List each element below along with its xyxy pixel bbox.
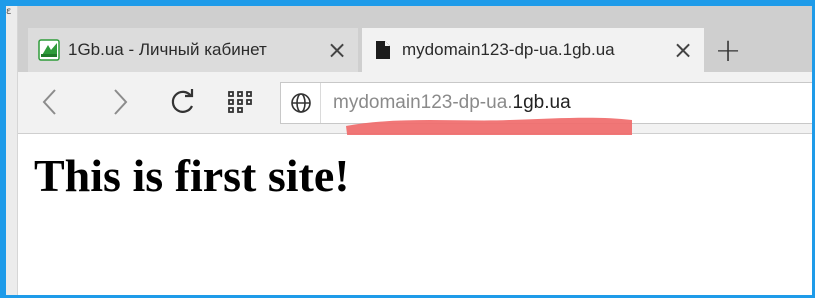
url-subdomain: mydomain123-dp-ua. <box>333 92 513 113</box>
forward-button[interactable] <box>100 82 140 122</box>
new-tab-button[interactable]: + <box>708 31 748 69</box>
tab-title: mydomain123-dp-ua.1gb.ua <box>402 40 615 59</box>
tab-mydomain[interactable]: mydomain123-dp-ua.1gb.ua × <box>362 28 704 72</box>
forward-icon <box>114 89 128 115</box>
globe-icon <box>281 83 321 123</box>
tab-title: 1Gb.ua - Личный кабинет <box>68 40 267 59</box>
toolbar: mydomain123-dp-ua.1gb.ua <box>18 72 812 134</box>
apps-grid-button[interactable] <box>220 82 260 122</box>
page-content: This is first site! <box>18 135 812 295</box>
1gb-favicon-icon <box>38 39 60 61</box>
page-heading: This is first site! <box>34 150 350 201</box>
close-tab-icon[interactable]: × <box>666 33 700 67</box>
reload-icon <box>171 89 194 113</box>
browser-window: ε 1Gb.ua - Личный кабинет × mydomain123- <box>6 6 812 295</box>
back-button[interactable] <box>30 82 70 122</box>
address-bar[interactable]: mydomain123-dp-ua.1gb.ua <box>280 82 812 124</box>
close-tab-icon[interactable]: × <box>320 33 354 67</box>
back-icon <box>42 89 56 115</box>
reload-button[interactable] <box>162 82 202 122</box>
document-icon <box>372 39 394 61</box>
tab-1gb-cabinet[interactable]: 1Gb.ua - Личный кабинет × <box>28 28 358 72</box>
url-domain: 1gb.ua <box>512 92 571 113</box>
side-strip: ε <box>6 6 18 295</box>
tab-strip: 1Gb.ua - Личный кабинет × mydomain123-dp… <box>18 6 812 72</box>
side-glyph: ε <box>6 6 12 17</box>
apps-grid-icon <box>228 91 252 113</box>
url-text[interactable]: mydomain123-dp-ua.1gb.ua <box>321 92 571 114</box>
